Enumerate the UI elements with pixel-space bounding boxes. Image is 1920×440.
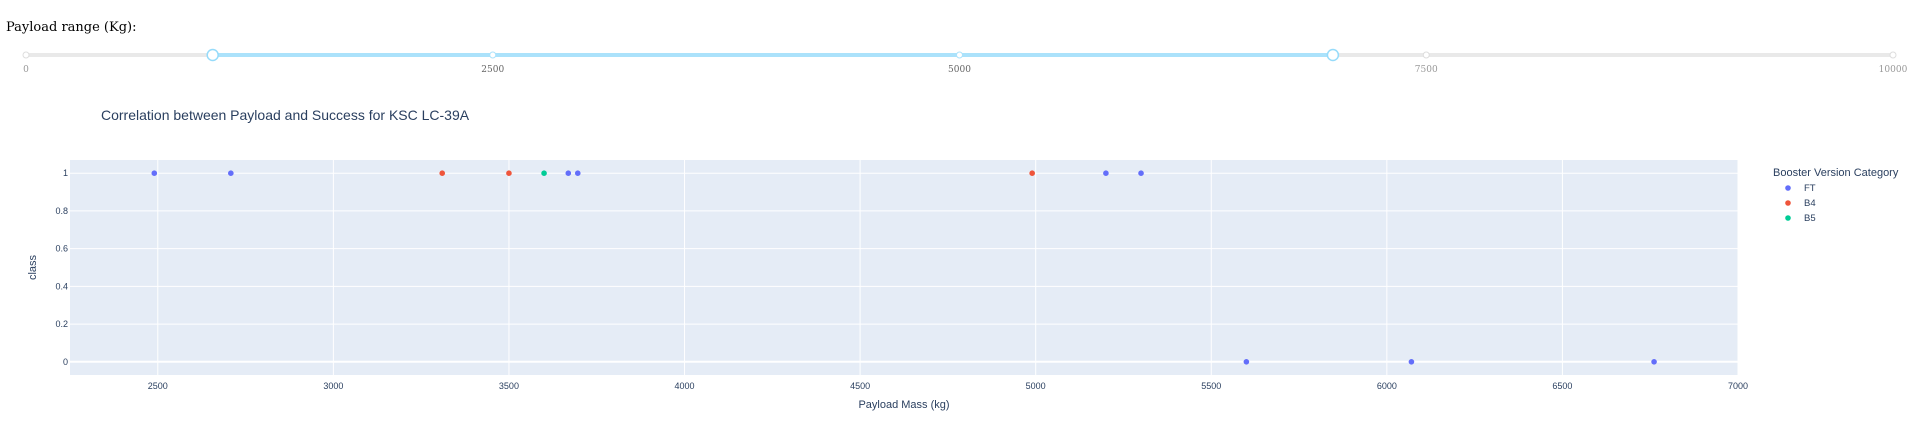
- slider-mark-label[interactable]: 0: [23, 65, 29, 75]
- data-point-b4[interactable]: [1029, 170, 1035, 177]
- x-tick-label: 4500: [850, 381, 870, 391]
- x-tick-label: 2500: [148, 381, 168, 391]
- data-point-ft[interactable]: [1243, 358, 1250, 365]
- legend-marker-ft[interactable]: [1785, 185, 1791, 191]
- slider-mark-label[interactable]: 10000: [1879, 65, 1908, 75]
- data-point-ft[interactable]: [565, 170, 572, 177]
- slider-handle-min[interactable]: [206, 48, 219, 62]
- legend-marker-b4[interactable]: [1785, 200, 1791, 206]
- data-point-b4[interactable]: [439, 170, 446, 177]
- legend-label-ft[interactable]: FT: [1804, 183, 1816, 194]
- slider-mark-dot[interactable]: [1889, 51, 1897, 59]
- slider-mark-dot[interactable]: [1422, 51, 1430, 59]
- slider-mark-label[interactable]: 7500: [1415, 65, 1438, 75]
- slider-mark-dot[interactable]: [956, 51, 963, 59]
- data-point-b4[interactable]: [506, 170, 512, 177]
- y-tick-label: 0.8: [55, 206, 68, 216]
- payload-success-scatter-chart: Correlation between Payload and Success …: [27, 107, 1899, 411]
- slider-mark-label[interactable]: 2500: [481, 65, 504, 75]
- slider-selected-range: [212, 53, 1333, 57]
- slider-mark-dot[interactable]: [489, 51, 497, 59]
- x-tick-label: 5500: [1201, 381, 1221, 391]
- data-point-ft[interactable]: [1408, 358, 1415, 365]
- payload-range-label: Payload range (Kg):: [6, 20, 137, 35]
- slider-handle-max[interactable]: [1326, 48, 1340, 62]
- x-tick-label: 3500: [499, 381, 519, 391]
- legend[interactable]: FT B4 B5: [1785, 183, 1816, 224]
- x-tick-label: 6000: [1377, 381, 1397, 391]
- data-point-ft[interactable]: [228, 170, 234, 177]
- data-point-ft[interactable]: [1138, 170, 1144, 177]
- x-tick-label: 3000: [323, 381, 343, 391]
- y-tick-label: 1: [63, 168, 68, 178]
- x-tick-label: 7000: [1728, 381, 1748, 391]
- x-tick-label: 6500: [1552, 381, 1572, 391]
- y-tick-label: 0.6: [55, 244, 68, 254]
- legend-label-b5[interactable]: B5: [1804, 213, 1816, 224]
- slider-mark-label[interactable]: 5000: [948, 65, 971, 75]
- slider-mark-dot[interactable]: [22, 51, 30, 59]
- y-tick-label: 0.4: [55, 281, 68, 291]
- x-axis-label: Payload Mass (kg): [858, 399, 949, 411]
- x-tick-label: 5000: [1026, 381, 1046, 391]
- legend-label-b4[interactable]: B4: [1804, 198, 1816, 209]
- data-point-ft[interactable]: [151, 170, 158, 177]
- y-axis-label: class: [27, 254, 39, 280]
- legend-title: Booster Version Category: [1773, 167, 1899, 179]
- y-tick-label: 0.2: [55, 319, 68, 329]
- x-tick-label: 4000: [675, 381, 695, 391]
- chart-title: Correlation between Payload and Success …: [101, 107, 470, 123]
- data-point-b5[interactable]: [541, 170, 547, 177]
- y-tick-label: 0: [63, 357, 68, 367]
- data-point-ft[interactable]: [1651, 358, 1657, 365]
- payload-range-slider[interactable]: 0 2500 5000 7500 10000: [0, 40, 1920, 80]
- data-point-ft[interactable]: [574, 170, 581, 177]
- data-point-ft[interactable]: [1103, 170, 1109, 177]
- legend-marker-b5[interactable]: [1785, 215, 1791, 221]
- plot-area: [70, 160, 1738, 375]
